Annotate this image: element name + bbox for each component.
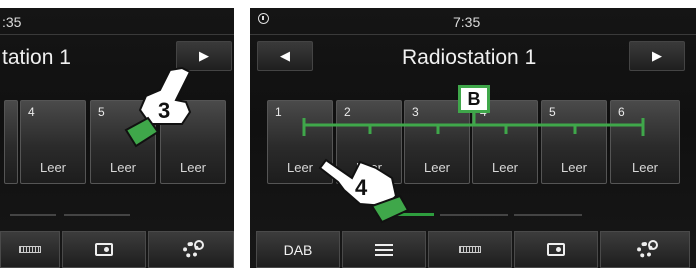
annotation-overlay	[124, 66, 645, 224]
callout-3: 3	[158, 98, 171, 123]
label-b: B	[458, 85, 490, 113]
bracket-b	[302, 112, 645, 136]
callout-4: 4	[355, 175, 368, 200]
